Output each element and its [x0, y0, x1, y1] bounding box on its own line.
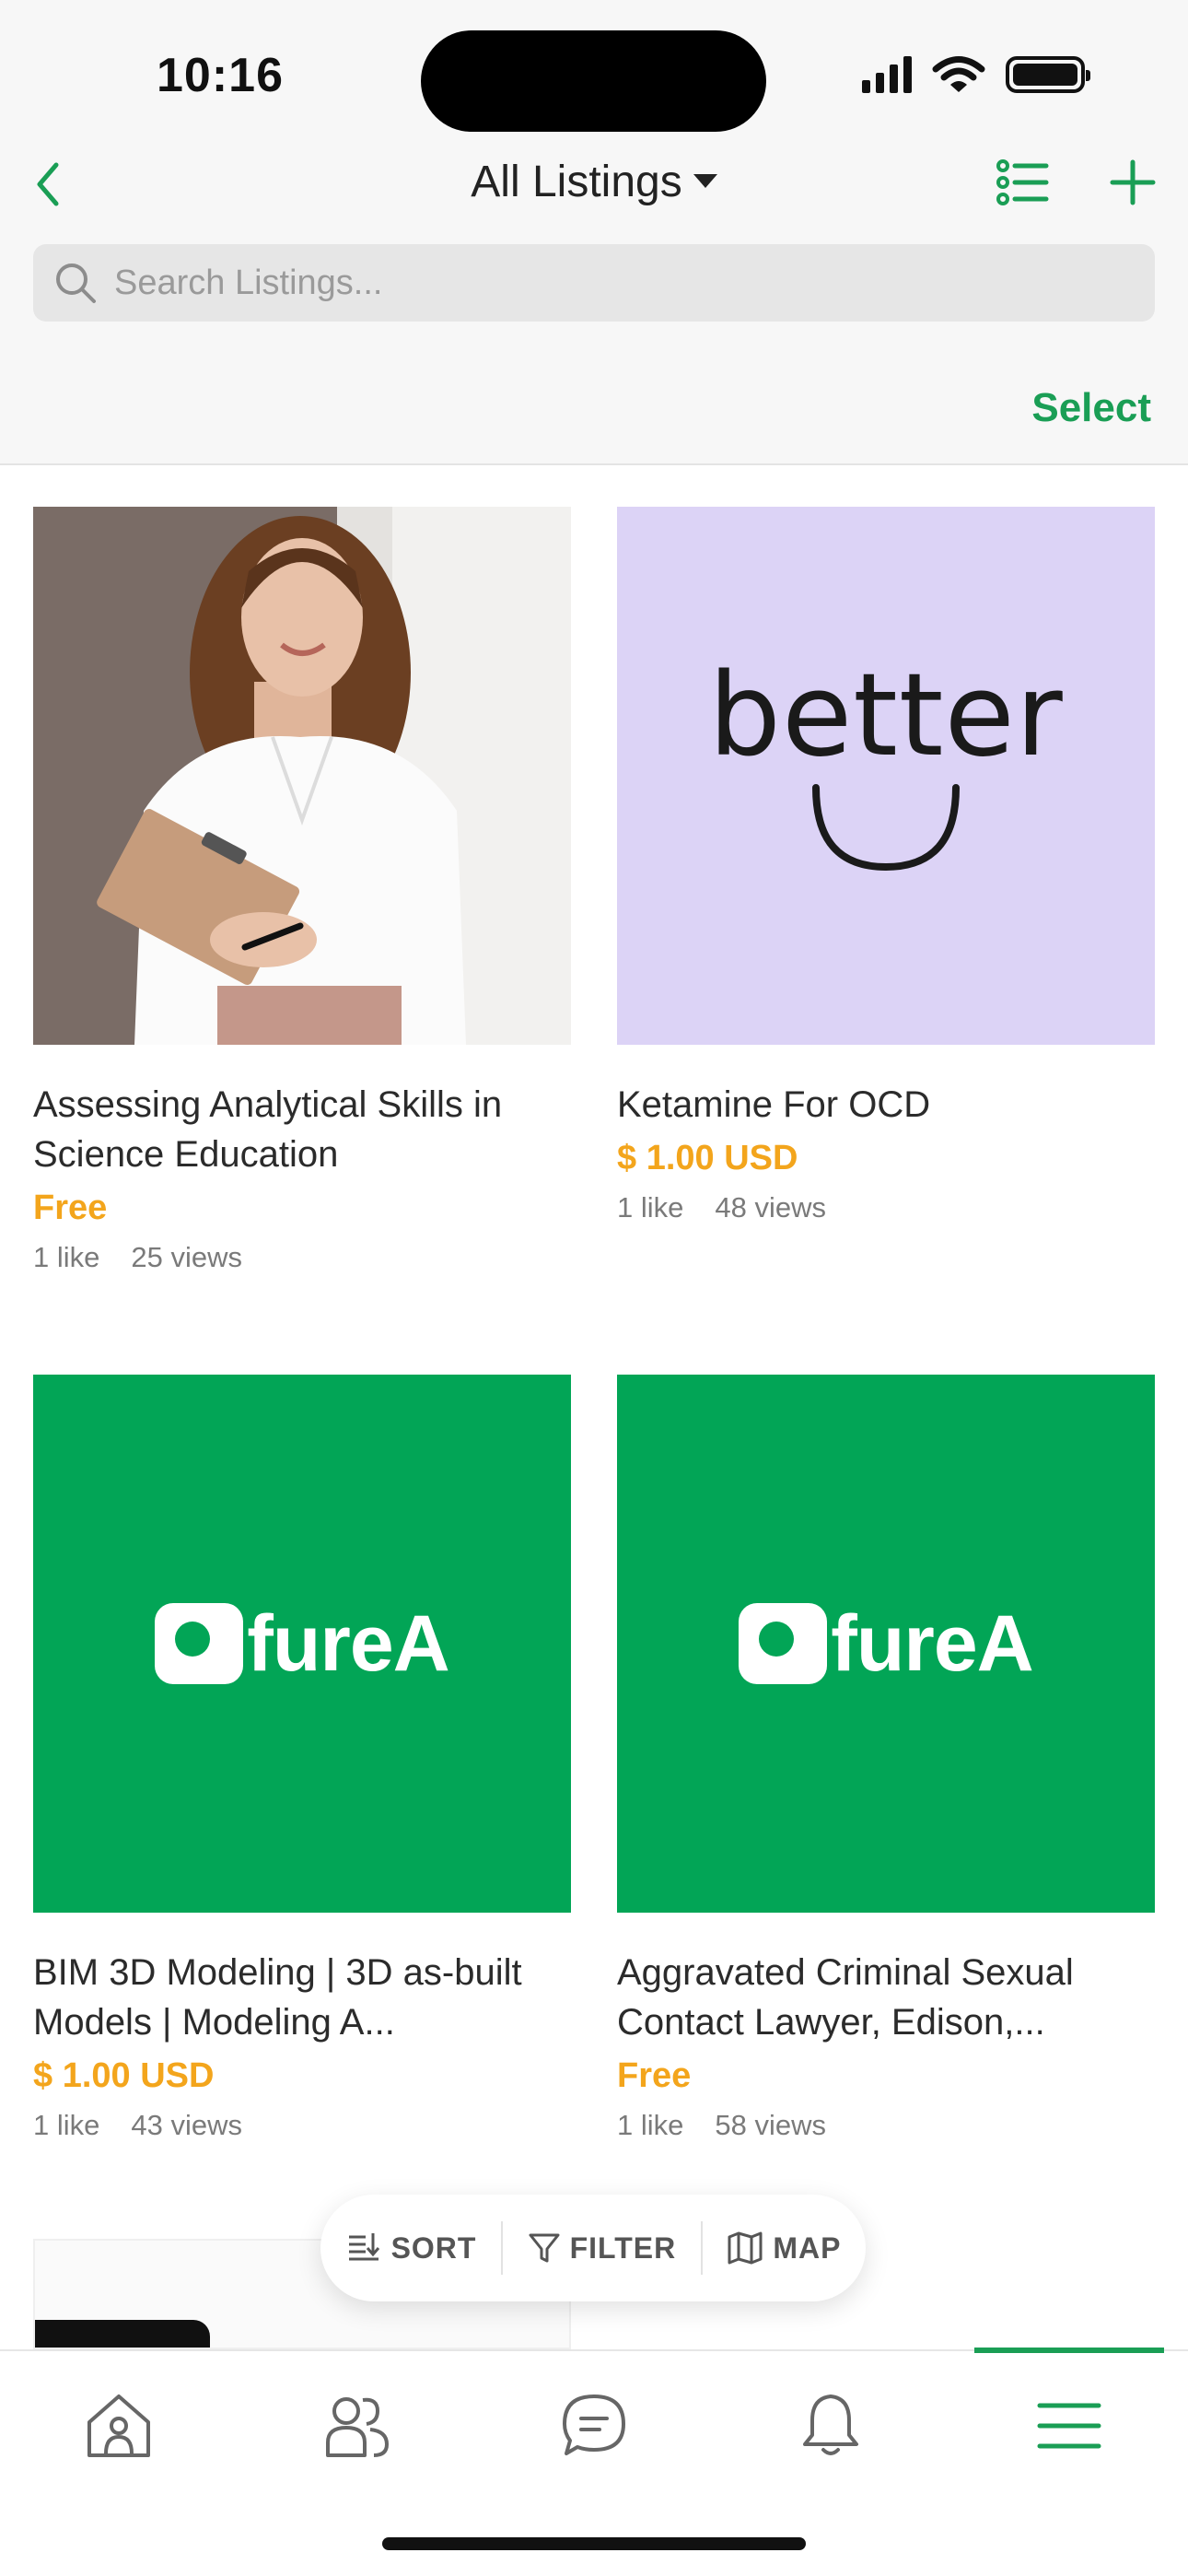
list-view-button[interactable]	[995, 155, 1050, 210]
page-title: All Listings	[471, 158, 682, 206]
listing-likes: 1 like	[33, 1241, 100, 1273]
add-listing-button[interactable]	[1105, 155, 1160, 210]
caret-down-icon	[693, 173, 717, 188]
plus-icon	[1110, 159, 1156, 205]
list-icon	[996, 159, 1049, 205]
listing-title: BIM 3D Modeling | 3D as-built Models | M…	[33, 1952, 522, 2043]
map-icon	[728, 2231, 763, 2265]
select-button[interactable]: Select	[1031, 385, 1151, 431]
tab-messages[interactable]	[553, 2384, 635, 2467]
people-icon	[326, 2397, 390, 2457]
active-tab-indicator	[974, 2348, 1164, 2353]
sort-icon	[348, 2233, 379, 2261]
ofurea-wordmark: fureA	[247, 1598, 450, 1688]
listing-title: Assessing Analytical Skills in Science E…	[33, 1084, 503, 1175]
listing-card[interactable]: better Ketamine For OCD $ 1.00 USD 1 lik…	[617, 507, 1155, 1224]
map-button[interactable]: MAP	[727, 2231, 841, 2266]
wifi-icon	[932, 56, 985, 92]
status-icons	[862, 55, 1090, 94]
listing-stats: 1 like 43 views	[33, 2109, 571, 2142]
partial-image-shape	[35, 2320, 210, 2348]
battery-icon	[1006, 56, 1090, 93]
search-icon	[56, 263, 96, 303]
divider	[700, 2221, 703, 2275]
status-time: 10:16	[157, 49, 284, 102]
ofurea-mark-icon	[155, 1603, 244, 1684]
menu-icon	[1037, 2403, 1101, 2449]
tab-notifications[interactable]	[789, 2384, 872, 2467]
listing-card[interactable]: Assessing Analytical Skills in Science E…	[33, 507, 571, 1274]
listing-title: Aggravated Criminal Sexual Contact Lawye…	[617, 1952, 1074, 2043]
listing-views: 43 views	[131, 2109, 242, 2141]
ofurea-wordmark: fureA	[831, 1598, 1034, 1688]
ofurea-logo: fureA	[739, 1598, 1034, 1690]
listing-likes: 1 like	[617, 2109, 684, 2141]
listing-stats: 1 like 25 views	[33, 1241, 571, 1274]
search-bar[interactable]	[33, 244, 1155, 322]
sort-button[interactable]: SORT	[345, 2230, 477, 2266]
chat-icon	[563, 2395, 625, 2455]
home-icon	[87, 2395, 150, 2457]
woman-with-clipboard-photo	[33, 507, 571, 1045]
dynamic-island	[421, 30, 766, 132]
cellular-signal-icon	[862, 56, 912, 93]
listing-price: $ 1.00 USD	[617, 1139, 798, 1177]
listing-stats: 1 like 58 views	[617, 2109, 1155, 2142]
listing-price: $ 1.00 USD	[33, 2056, 215, 2095]
sort-label: SORT	[390, 2231, 477, 2265]
listing-card[interactable]: fureA Aggravated Criminal Sexual Contact…	[617, 1375, 1155, 2142]
listing-image: fureA	[33, 1375, 571, 1913]
listing-views: 25 views	[131, 1241, 242, 1273]
listing-price: Free	[617, 2056, 692, 2095]
screen: 10:16 All Listings Search Listings... Se…	[0, 0, 1188, 2576]
listing-card[interactable]: fureA BIM 3D Modeling | 3D as-built Mode…	[33, 1375, 571, 2142]
sort-filter-map-bar: SORT FILTER MAP	[320, 2195, 866, 2301]
filter-icon	[529, 2233, 560, 2263]
tab-groups[interactable]	[316, 2384, 399, 2467]
listing-views: 48 views	[715, 1191, 826, 1224]
filter-button[interactable]: FILTER	[528, 2231, 677, 2266]
listing-title: Ketamine For OCD	[617, 1084, 931, 1125]
map-label: MAP	[773, 2231, 842, 2265]
home-indicator[interactable]	[382, 2537, 806, 2550]
ofurea-logo: fureA	[155, 1598, 450, 1690]
tab-menu[interactable]	[1028, 2384, 1111, 2467]
listing-price: Free	[33, 1188, 108, 1227]
listing-stats: 1 like 48 views	[617, 1191, 1155, 1224]
bell-icon	[803, 2395, 858, 2455]
listing-likes: 1 like	[617, 1191, 684, 1224]
listing-likes: 1 like	[33, 2109, 100, 2141]
better-logo: better	[708, 650, 1064, 782]
listing-views: 58 views	[715, 2109, 826, 2141]
listing-image: fureA	[617, 1375, 1155, 1913]
tab-home[interactable]	[77, 2384, 160, 2467]
filter-label: FILTER	[569, 2231, 677, 2265]
divider	[501, 2221, 504, 2275]
listing-image	[33, 507, 571, 1045]
ofurea-mark-icon	[739, 1603, 828, 1684]
search-input[interactable]	[114, 263, 1127, 303]
smile-icon	[812, 784, 960, 872]
listing-image: better	[617, 507, 1155, 1045]
